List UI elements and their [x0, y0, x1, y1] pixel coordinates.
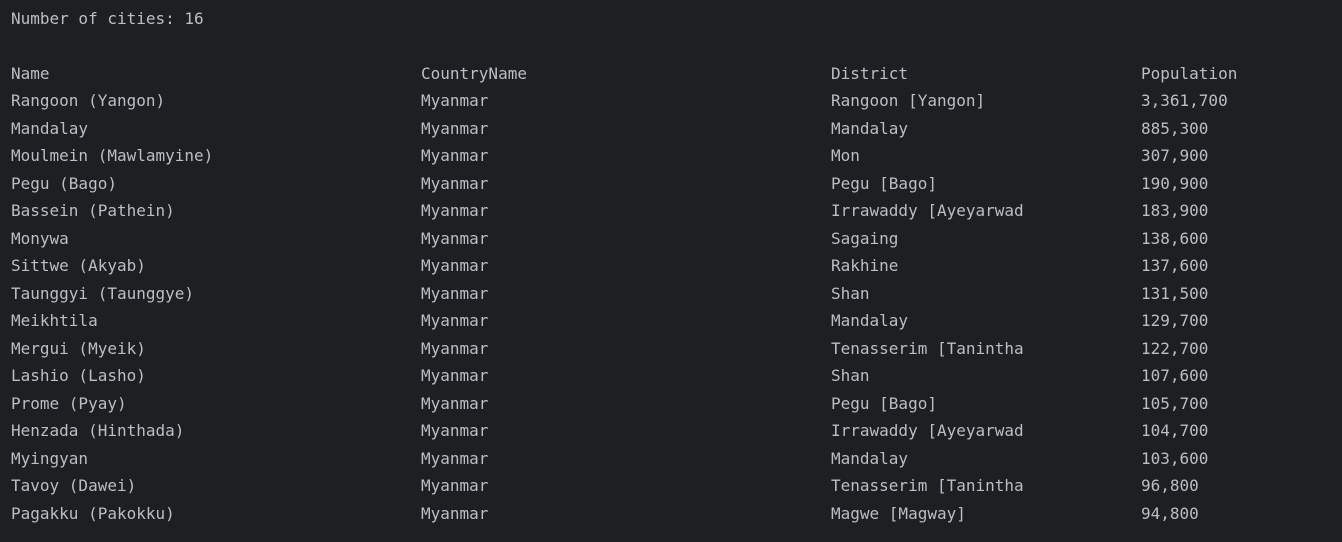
- cell-population: 307,900: [1141, 146, 1209, 165]
- cell-country: Myanmar: [421, 476, 489, 495]
- table-row: Moulmein (Mawlamyine) Myanmar Mon 307,900: [0, 145, 1342, 167]
- table-row: Pegu (Bago) Myanmar Pegu [Bago] 190,900: [0, 173, 1342, 195]
- cell-population: 96,800: [1141, 476, 1199, 495]
- cell-population: 131,500: [1141, 283, 1209, 303]
- cell-population: 103,600: [1141, 448, 1209, 468]
- cell-country: Myanmar: [421, 283, 489, 303]
- cell-population: 138,600: [1141, 228, 1209, 248]
- cell-name: Sittwe (Akyab): [11, 256, 146, 275]
- cell-country: Myanmar: [421, 503, 489, 523]
- table-row: Prome (Pyay) Myanmar Pegu [Bago] 105,700: [0, 393, 1342, 415]
- table-row: Myingyan Myanmar Mandalay 103,600: [0, 448, 1342, 470]
- cell-district: Mandalay: [831, 118, 909, 138]
- cell-population: 183,900: [1141, 201, 1209, 220]
- cell-population: 105,700: [1141, 393, 1209, 413]
- cell-name: Mergui (Myeik): [11, 338, 146, 358]
- city-count-line: Number of cities: 16: [11, 9, 204, 28]
- table-row: Sittwe (Akyab) Myanmar Rakhine 137,600: [0, 255, 1342, 277]
- cell-country: Myanmar: [421, 311, 489, 330]
- cell-country: Myanmar: [421, 228, 489, 248]
- cell-district: Rakhine: [831, 256, 899, 275]
- cell-population: 137,600: [1141, 256, 1209, 275]
- cell-country: Myanmar: [421, 173, 489, 193]
- table-row: Taunggyi (Taunggye) Myanmar Shan 131,500: [0, 283, 1342, 305]
- cell-population: 122,700: [1141, 338, 1209, 358]
- cell-district: Mon: [831, 146, 860, 165]
- cell-country: Myanmar: [421, 338, 489, 358]
- cell-name: Prome (Pyay): [11, 393, 127, 413]
- cell-name: Henzada (Hinthada): [11, 421, 185, 440]
- cell-district: Rangoon [Yangon]: [831, 91, 986, 110]
- cell-district: Pegu [Bago]: [831, 173, 937, 193]
- table-row: Tavoy (Dawei) Myanmar Tenasserim [Tanintha…: [0, 475, 1342, 497]
- cell-name: Taunggyi (Taunggye): [11, 283, 195, 303]
- header-district: District: [831, 64, 909, 83]
- table-row: Mandalay Myanmar Mandalay 885,300: [0, 118, 1342, 140]
- cell-country: Myanmar: [421, 393, 489, 413]
- cell-name: Rangoon (Yangon): [11, 91, 166, 110]
- cell-district: Tenasserim [Tanintha: [831, 338, 1024, 358]
- cell-country: Myanmar: [421, 118, 489, 138]
- table-header-row: Name CountryName District Population: [0, 63, 1342, 85]
- cell-district: Magwe [Magway]: [831, 503, 966, 523]
- cell-name: Myingyan: [11, 448, 89, 468]
- table-row: Pagakku (Pakokku) Myanmar Magwe [Magway] 94…: [0, 503, 1342, 525]
- cell-district: Sagaing: [831, 228, 899, 248]
- table-row: Monywa Myanmar Sagaing 138,600: [0, 228, 1342, 250]
- cell-population: 129,700: [1141, 311, 1209, 330]
- cell-district: Mandalay: [831, 448, 909, 468]
- cell-country: Myanmar: [421, 421, 489, 440]
- cell-population: 190,900: [1141, 173, 1209, 193]
- cell-district: Mandalay: [831, 311, 909, 330]
- table-row: Mergui (Myeik) Myanmar Tenasserim [Taninth…: [0, 338, 1342, 360]
- cell-population: 104,700: [1141, 421, 1209, 440]
- cell-country: Myanmar: [421, 91, 489, 110]
- cell-country: Myanmar: [421, 256, 489, 275]
- cell-name: Pagakku (Pakokku): [11, 503, 175, 523]
- cell-name: Lashio (Lasho): [11, 366, 146, 385]
- table-row: Lashio (Lasho) Myanmar Shan 107,600: [0, 365, 1342, 387]
- cell-country: Myanmar: [421, 448, 489, 468]
- cell-population: 3,361,700: [1141, 91, 1228, 110]
- cell-district: Shan: [831, 283, 870, 303]
- cell-name: Moulmein (Mawlamyine): [11, 146, 214, 165]
- cell-population: 885,300: [1141, 118, 1209, 138]
- console-output[interactable]: Number of cities: 16 Name CountryName Di…: [0, 0, 1342, 542]
- cell-country: Myanmar: [421, 201, 489, 220]
- cell-district: Tenasserim [Tanintha: [831, 476, 1024, 495]
- table-row: Henzada (Hinthada) Myanmar Irrawaddy [Ayey…: [0, 420, 1342, 442]
- cell-name: Meikhtila: [11, 311, 98, 330]
- cell-district: Shan: [831, 366, 870, 385]
- table-row: Meikhtila Myanmar Mandalay 129,700: [0, 310, 1342, 332]
- cell-name: Mandalay: [11, 118, 89, 138]
- cell-district: Irrawaddy [Ayeyarwad: [831, 421, 1024, 440]
- header-country: CountryName: [421, 64, 527, 83]
- cell-population: 107,600: [1141, 366, 1209, 385]
- cell-name: Monywa: [11, 228, 69, 248]
- cell-country: Myanmar: [421, 366, 489, 385]
- cell-country: Myanmar: [421, 146, 489, 165]
- table-row: Bassein (Pathein) Myanmar Irrawaddy [Ayeya…: [0, 200, 1342, 222]
- header-population: Population: [1141, 64, 1238, 83]
- cell-population: 94,800: [1141, 503, 1199, 523]
- cell-name: Tavoy (Dawei): [11, 476, 137, 495]
- table-row: Rangoon (Yangon) Myanmar Rangoon [Yangon] 3…: [0, 90, 1342, 112]
- cell-district: Irrawaddy [Ayeyarwad: [831, 201, 1024, 220]
- cell-name: Pegu (Bago): [11, 173, 117, 193]
- header-name: Name: [11, 64, 50, 83]
- cell-name: Bassein (Pathein): [11, 201, 175, 220]
- cell-district: Pegu [Bago]: [831, 393, 937, 413]
